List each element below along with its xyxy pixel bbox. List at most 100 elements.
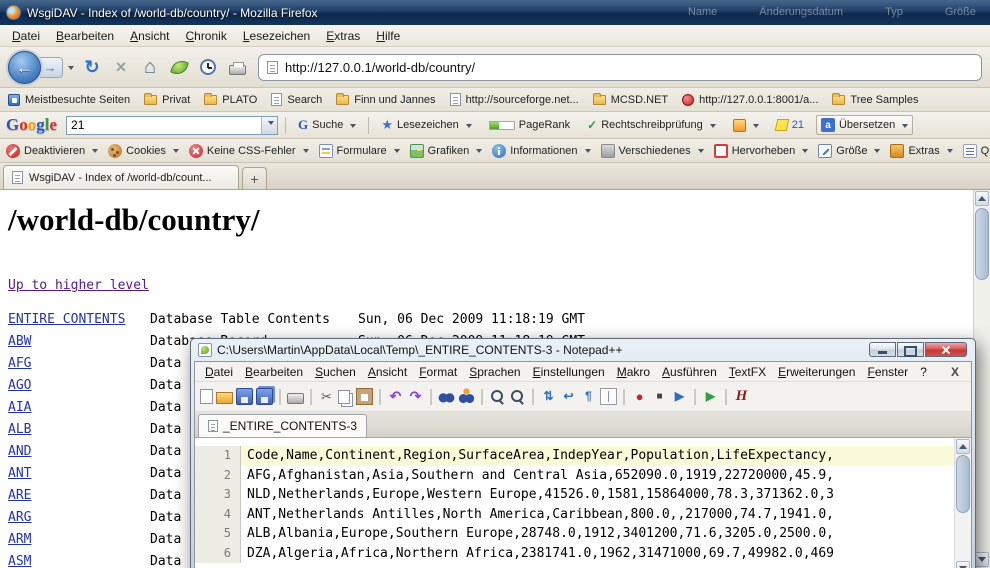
toolbar-icon[interactable] [430,389,432,405]
menu-item[interactable]: Ansicht [122,27,177,45]
bookmark-item[interactable]: Meistbesuchte Seiten [8,94,130,106]
feed-button[interactable] [167,55,191,79]
toolbar-icon[interactable]: ↩ [560,388,577,405]
google-logo[interactable]: Google [6,115,57,135]
menu-item[interactable]: Ansicht [362,364,413,380]
entry-link[interactable]: ASM [8,554,150,568]
bookmark-item[interactable]: PLATO [204,94,257,106]
history-button[interactable] [196,55,220,79]
webdev-menu-item[interactable]: Hervorheben [714,144,809,158]
url-bar[interactable] [258,54,982,81]
menu-item[interactable]: Einstellungen [527,364,611,380]
toolbar-icon[interactable] [725,389,727,405]
editor-line[interactable]: 3 NLD,Netherlands,Europe,Western Europe,… [195,485,971,505]
webdev-menu-item[interactable]: Deaktivieren [6,144,98,158]
editor-line[interactable]: 5 ALB,Albania,Europe,Southern Europe,287… [195,524,971,544]
menu-item[interactable]: Datei [199,364,239,380]
bookmark-item[interactable]: Privat [144,94,190,106]
toolbar-icon[interactable]: ↷ [407,388,424,405]
menu-item[interactable]: Format [413,364,463,380]
webdev-menu-item[interactable]: Verschiedenes [601,144,704,158]
toolbar-icon[interactable] [438,388,455,405]
back-button[interactable]: ← [8,51,41,84]
bookmark-item[interactable]: MCSD.NET [593,94,668,106]
close-button[interactable] [925,342,967,357]
webdev-menu-item[interactable]: Grafiken [410,144,483,158]
google-search-button[interactable]: G Suche [293,114,361,136]
scrollbar-thumb[interactable] [956,455,970,513]
url-input[interactable] [285,60,973,75]
toolbar-icon[interactable] [694,389,696,405]
toolbar-icon[interactable] [623,389,625,405]
toolbar-icon[interactable]: ¶ [580,388,597,405]
bookmark-item[interactable]: http://sourceforge.net... [450,93,579,106]
editor-line[interactable]: 6 DZA,Algeria,Africa,Northern Africa,238… [195,544,971,564]
toolbar-icon[interactable] [236,388,253,405]
scroll-down-arrow[interactable] [956,561,970,568]
toolbar-icon[interactable]: ↶ [387,388,404,405]
pagerank-widget[interactable]: PageRank [484,116,575,134]
toolbar-icon[interactable]: ▶ [671,388,688,405]
toolbar-icon[interactable] [600,388,617,405]
highlight-term-button[interactable]: 21 [771,116,809,134]
scroll-down-arrow[interactable] [975,552,989,567]
webdev-menu-item[interactable]: Extras [890,144,952,158]
stop-button[interactable]: × [109,55,133,79]
editor-scrollbar[interactable] [954,438,971,568]
bookmark-item[interactable]: Tree Samples [832,94,918,106]
up-to-higher-level-link[interactable]: Up to higher level [8,278,149,293]
editor-line[interactable]: 2 AFG,Afghanistan,Asia,Southern and Cent… [195,466,971,486]
doc-close-button[interactable]: X [951,365,967,379]
new-tab-button[interactable]: + [242,167,267,189]
entry-link[interactable]: ENTIRE CONTENTS [8,312,150,327]
entry-link[interactable]: ALB [8,422,150,437]
toolbar-icon[interactable] [310,389,312,405]
toolbar-icon[interactable]: ● [631,388,648,405]
scrollbar-thumb[interactable] [975,208,989,280]
menu-item[interactable]: Lesezeichen [235,27,318,45]
bookmark-item[interactable]: Search [271,93,322,106]
maximize-button[interactable] [897,342,924,357]
toolbar-icon[interactable] [200,389,213,404]
menu-item[interactable]: Erweiterungen [772,364,861,380]
menu-item[interactable]: Bearbeiten [239,364,309,380]
editor-line[interactable]: 1 Code,Name,Continent,Region,SurfaceArea… [195,446,971,466]
entry-link[interactable]: ARE [8,488,150,503]
history-dropdown-button[interactable] [63,57,75,78]
toolbar-icon[interactable] [489,388,506,405]
menu-item[interactable]: Datei [4,27,48,45]
webdev-menu-item[interactable]: Keine CSS-Fehler [189,144,309,158]
menu-item[interactable]: Makro [611,364,656,380]
bookmark-item[interactable]: http://127.0.0.1:8001/a... [682,94,818,106]
scroll-up-arrow[interactable] [975,191,989,206]
menu-item[interactable]: Sprachen [463,364,526,380]
toolbar-icon[interactable] [279,389,281,405]
toolbar-icon[interactable] [532,389,534,405]
minimize-button[interactable] [869,342,896,357]
google-bookmarks-button[interactable]: ★ Lesezeichen [376,114,476,136]
webdev-menu-item[interactable]: Formulare [319,144,400,158]
entry-link[interactable]: ANT [8,466,150,481]
toolbar-icon[interactable] [338,390,350,404]
notepad-titlebar[interactable]: C:\Users\Martin\AppData\Local\Temp\_ENTI… [194,339,972,361]
toolbar-icon[interactable] [256,388,273,405]
menu-item[interactable]: ? [914,364,933,380]
firefox-titlebar[interactable]: WsgiDAV - Index of /world-db/country/ - … [0,0,990,25]
entry-link[interactable]: ARG [8,510,150,525]
home-button[interactable]: ⌂ [138,55,162,79]
menu-item[interactable]: TextFX [723,364,772,380]
entry-link[interactable]: AGO [8,378,150,393]
webdev-menu-item[interactable]: Größe [818,144,880,158]
bookmark-item[interactable]: Finn und Jannes [336,94,435,106]
entry-link[interactable]: AIA [8,400,150,415]
toolbar-icon[interactable]: ■ [651,388,668,405]
menu-item[interactable]: Hilfe [368,27,408,45]
toolbar-icon[interactable] [356,388,373,405]
translate-button[interactable]: a Übersetzen [816,115,913,135]
print-button[interactable] [225,55,249,79]
entry-link[interactable]: AND [8,444,150,459]
toolbar-icon[interactable] [216,392,233,404]
editor-line[interactable]: 4 ANT,Netherlands Antilles,North America… [195,505,971,525]
toolbar-icon[interactable] [509,388,526,405]
entry-link[interactable]: ABW [8,334,150,349]
